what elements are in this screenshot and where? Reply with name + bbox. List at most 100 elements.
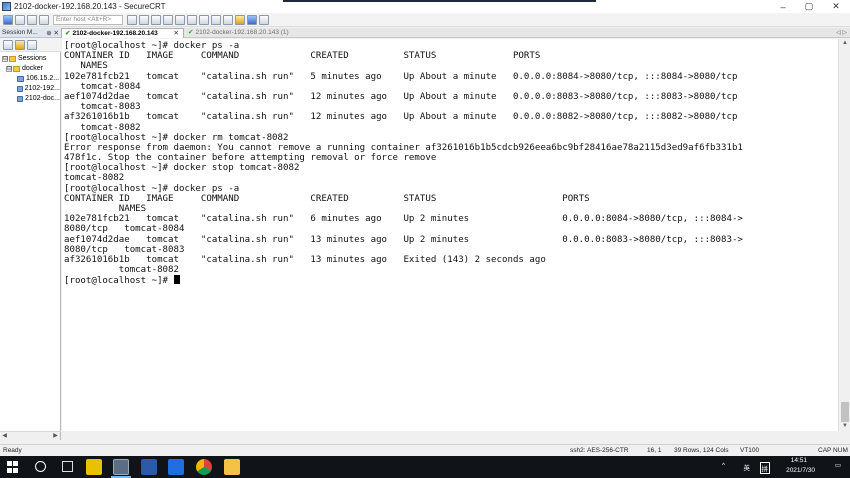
tab-active-session[interactable]: ✔ 2102-docker-192.168.20.143 ✕ [61,28,184,38]
tree-item-session[interactable]: 106.15.2... [0,74,60,84]
terminal-line: [root@localhost ~]# docker rm tomcat-808… [64,132,289,143]
terminal-line: af3261016b1b tomcat "catalina.sh run" 13… [64,254,546,265]
terminal-line: [root@localhost ~]# docker ps -a [64,183,240,194]
tree-item-label: 2102-192... [24,85,60,92]
terminal-line: [root@localhost ~]# docker ps -a [64,41,240,51]
connected-check-icon: ✔ [188,29,194,36]
close-session-manager-icon[interactable]: ✕ [54,30,59,37]
securecrt-taskbar-icon[interactable] [113,459,129,475]
close-tab-icon[interactable]: ✕ [174,29,179,39]
session-options-icon[interactable] [211,14,221,25]
keymap-icon[interactable] [235,14,245,25]
new-folder-icon[interactable] [15,39,25,50]
global-options-icon[interactable] [223,14,233,25]
ime-language-indicator[interactable]: 英 [744,462,751,472]
scrollbar-thumb[interactable] [841,402,849,422]
tab-session-1[interactable]: ✔ 2102-docker-192.168.20.143 (1) [185,28,335,38]
terminal-prompt-line: [root@localhost ~]# [64,275,838,286]
session-icon [17,86,23,92]
collapse-icon[interactable]: ⊟ [6,66,12,72]
windows-taskbar: ^ 英 拼 14:51 2021/7/30 ▭ [0,456,850,478]
tree-item-label: docker [22,65,44,72]
find-icon[interactable] [163,14,173,25]
session-icon [17,76,24,82]
terminal-line: tomcat-8082 [64,173,125,184]
quick-connect-input[interactable]: Enter host <Alt+R> [53,14,123,25]
scroll-down-icon[interactable]: ▼ [839,422,850,431]
tab-label: 2102-docker-192.168.20.143 [72,30,158,37]
scroll-left-icon[interactable]: ◀ [0,432,9,440]
print-icon[interactable] [175,14,185,25]
print-screen-icon[interactable] [187,14,197,25]
close-window-button[interactable]: ✕ [820,0,850,13]
pin-icon[interactable]: ⊕ [46,30,51,37]
sftp-icon[interactable] [199,14,209,25]
chrome-icon[interactable] [196,459,212,475]
title-accent-strip [283,0,596,2]
tree-item-session[interactable]: 2102-doc... [0,94,60,104]
terminal-cursor [173,275,180,285]
terminal-line: CONTAINER ID IMAGE COMMAND CREATED STATU… [64,193,590,204]
copy-icon[interactable] [127,14,137,25]
terminal-line: 8080/tcp tomcat-8084 [64,224,185,235]
tree-item-label: Sessions [18,55,47,62]
clock-date[interactable]: 2021/7/30 [786,467,815,474]
file-explorer-icon[interactable] [224,459,240,475]
p-app-icon[interactable] [168,459,184,475]
app-yellow-icon[interactable] [86,459,102,475]
session-manager-header: Session M... ⊕ ✕ [0,28,61,38]
start-button[interactable] [7,461,19,473]
folder-icon [13,66,20,72]
tree-item-docker[interactable]: ⊟ docker [0,64,60,74]
terminal-line: CONTAINER ID IMAGE COMMAND CREATED STATU… [64,51,541,62]
tray-chevron-icon[interactable]: ^ [722,462,725,469]
main-toolbar: Enter host <Alt+R> [0,13,850,27]
terminal-line: tomcat-8082 [64,265,179,276]
terminal-line: tomcat-8084 [64,81,141,92]
tree-item-label: 106.15.2... [26,75,60,82]
screenshot-icon[interactable] [259,14,269,25]
tree-item-sessions[interactable]: ⊟ Sessions [0,54,60,64]
terminal-output: [root@localhost ~]# docker ps -a CONTAINE… [64,41,838,286]
tree-item-label: 2102-doc... [24,95,60,102]
terminal-line: NAMES [64,61,108,72]
terminal-line: af3261016b1b tomcat "catalina.sh run" 12… [64,112,738,123]
paste-icon[interactable] [139,14,149,25]
new-session-icon[interactable] [3,39,13,50]
help-icon[interactable] [247,14,257,25]
copy-paste-icon[interactable] [151,14,161,25]
tab-scroll-arrows[interactable]: ◁ ▷ [836,28,847,38]
scroll-up-icon[interactable]: ▲ [839,39,850,48]
session-manager-title: Session M... [2,29,38,36]
terminal-line: aef1074d2dae tomcat "catalina.sh run" 13… [64,234,743,245]
terminal-line: tomcat-8082 [64,122,141,133]
typora-icon[interactable] [141,459,157,475]
task-view-icon[interactable] [62,461,73,472]
scroll-right-icon[interactable]: ▶ [51,432,60,440]
connect-icon[interactable] [3,14,13,25]
connected-check-icon: ✔ [65,30,71,37]
tree-item-session[interactable]: 2102-192... [0,84,60,94]
terminal-view[interactable]: [root@localhost ~]# docker ps -a CONTAINE… [62,39,838,431]
terminal-line: 478f1c. Stop the container before attemp… [64,153,437,164]
terminal-scrollbar[interactable]: ▲ ▼ [838,39,850,431]
collapse-icon[interactable]: ⊟ [2,56,8,62]
search-icon[interactable] [35,461,46,472]
ime-mode-indicator[interactable]: 拼 [759,462,770,474]
terminal-line: NAMES [64,204,147,214]
terminal-line: [root@localhost ~]# docker stop tomcat-8… [64,163,300,174]
session-icon [17,96,23,102]
notification-icon[interactable]: ▭ [835,461,841,469]
window-title: 2102-docker-192.168.20.143 - SecureCRT [14,2,166,11]
session-tab-bar: ✔ 2102-docker-192.168.20.143 ✕ ✔ 2102-dock… [61,28,850,38]
session-tree: ⊟ Sessions ⊟ docker 106.15.2... 2102-192… [0,52,61,431]
quick-connect-icon[interactable] [15,14,25,25]
session-properties-icon[interactable] [27,39,37,50]
folder-icon [9,56,16,62]
session-manager-toolbar [0,38,61,52]
connect-in-tab-icon[interactable] [27,14,37,25]
session-tree-hscrollbar[interactable]: ◀ ▶ [0,431,61,440]
tab-label: 2102-docker-192.168.20.143 (1) [195,29,289,36]
disconnect-icon[interactable] [39,14,49,25]
clock-time[interactable]: 14:51 [791,457,807,464]
